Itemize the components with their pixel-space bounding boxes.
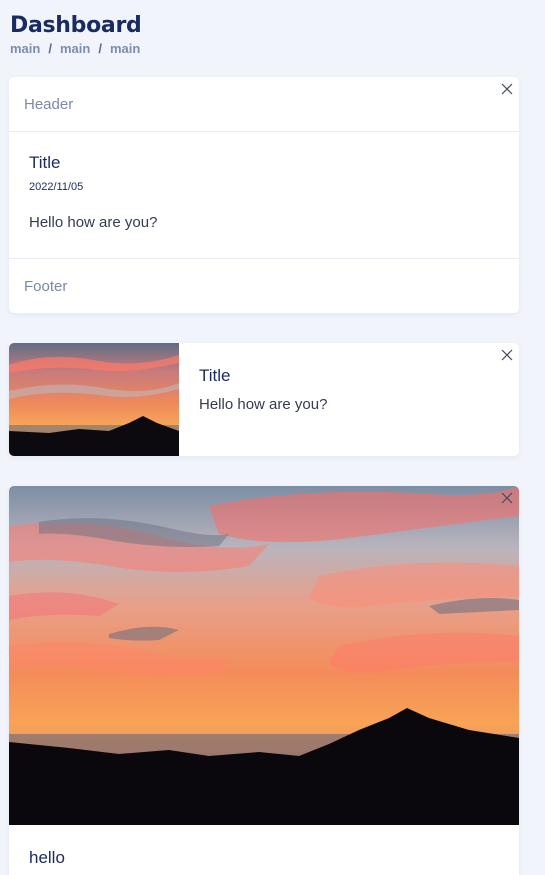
breadcrumb-separator: / [48, 41, 52, 56]
close-icon [501, 349, 513, 361]
card-title: Title [199, 366, 231, 385]
breadcrumb-item[interactable]: main [10, 40, 40, 58]
close-icon [501, 492, 513, 504]
sunset-mountain-hero [9, 486, 519, 825]
breadcrumb-item[interactable]: main [110, 40, 140, 58]
card-footer: Footer [24, 278, 68, 295]
card-body: Title 2022/11/05 Hello how are you? [9, 132, 519, 259]
breadcrumb: main / main / main [10, 40, 141, 58]
page-header: Dashboard main / main / main [10, 12, 142, 58]
card-horizontal: Title Hello how are you? [9, 343, 519, 456]
card-date: 2022/11/05 [29, 181, 84, 193]
card-image: hello [9, 486, 519, 875]
breadcrumb-item[interactable]: main [60, 40, 90, 58]
card-text: Hello how are you? [29, 214, 158, 231]
card-with-header-footer: Header Title 2022/11/05 Hello how are yo… [9, 77, 519, 313]
breadcrumb-separator: / [98, 41, 102, 56]
close-button[interactable] [499, 81, 515, 97]
sunset-mountain-thumbnail [9, 343, 179, 456]
card-text: Hello how are you? [199, 396, 328, 413]
page-title: Dashboard [10, 13, 142, 38]
card-caption: hello [29, 848, 65, 867]
close-button[interactable] [499, 347, 515, 363]
card-content: Title Hello how are you? [199, 366, 327, 413]
close-icon [501, 83, 513, 95]
card-title: Title [29, 153, 61, 172]
card-header: Header [9, 77, 519, 132]
close-button[interactable] [499, 490, 515, 506]
